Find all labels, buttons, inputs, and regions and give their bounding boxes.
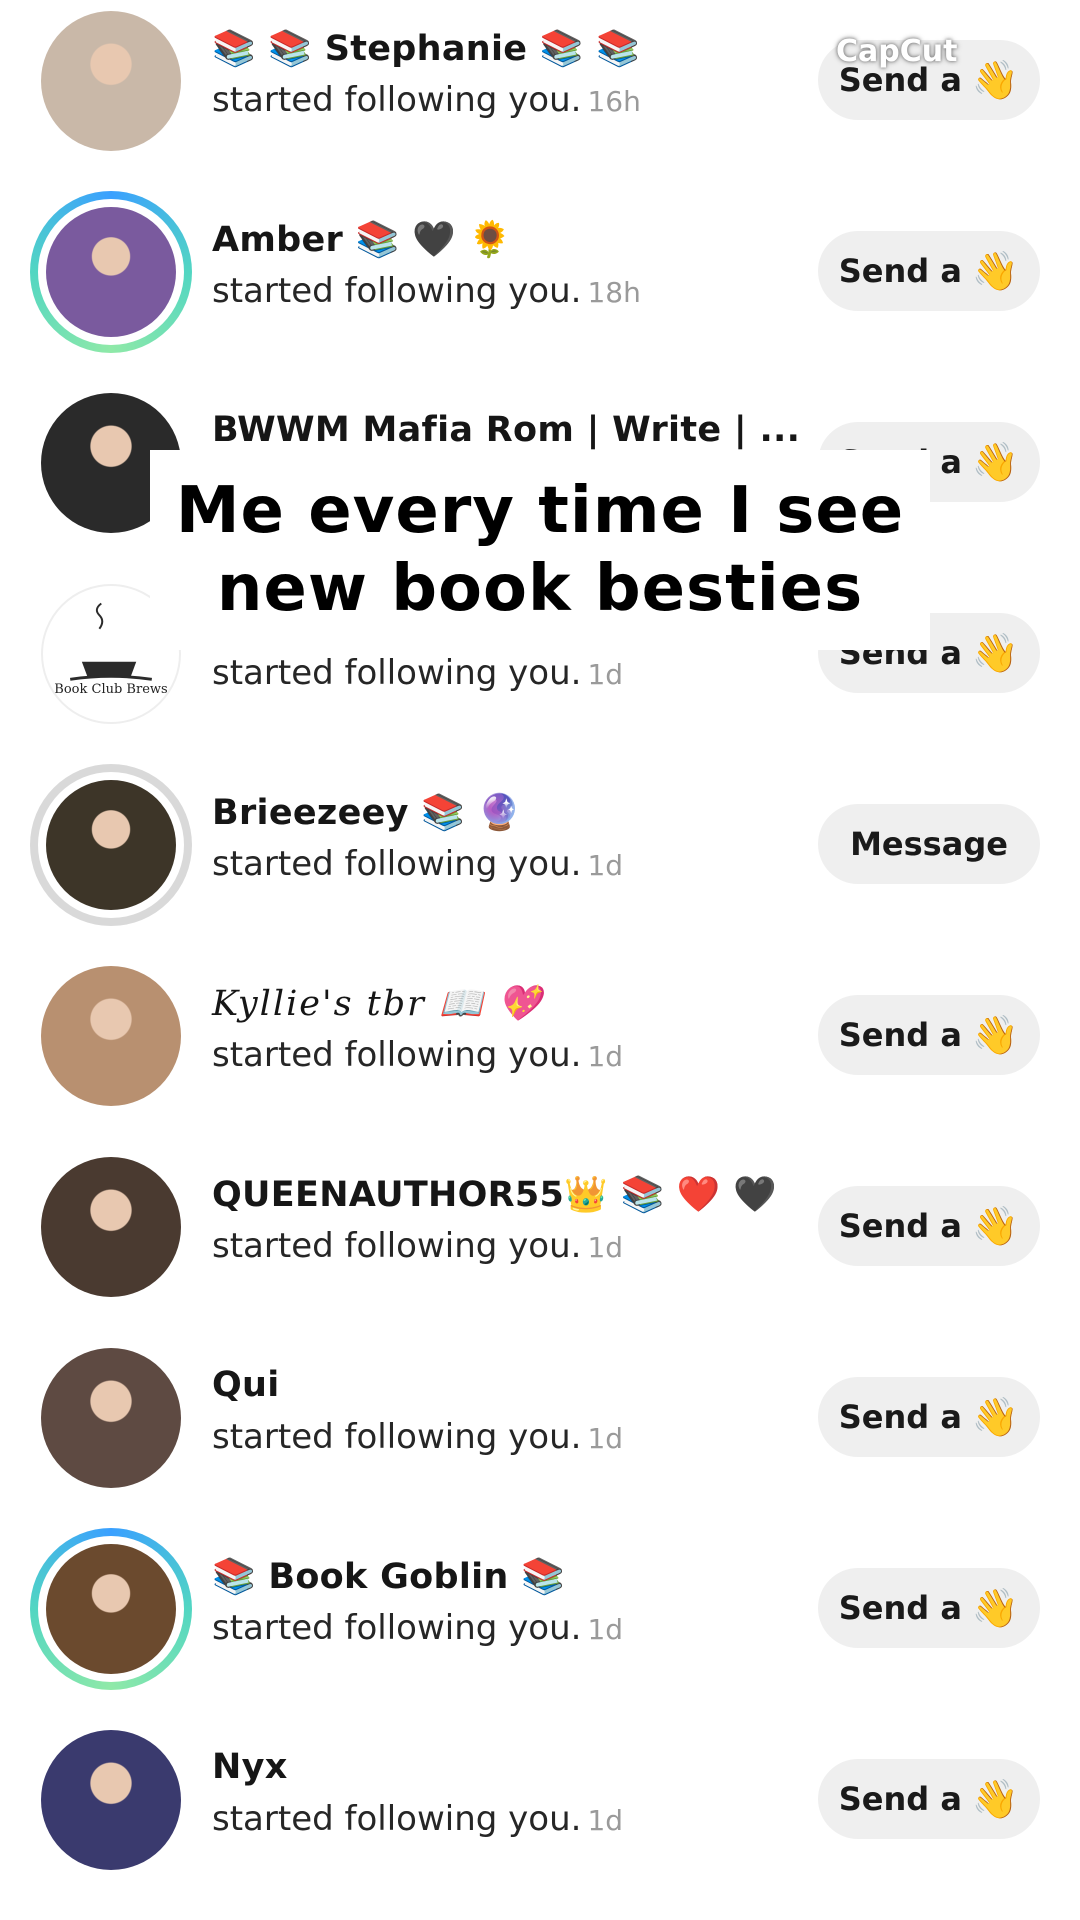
avatar-image	[41, 1157, 181, 1297]
activity-label: started following you.	[212, 271, 582, 311]
waving-hand-icon: 👋	[971, 248, 1020, 293]
send-wave-button[interactable]: Send a👋	[818, 1759, 1040, 1839]
waving-hand-icon: 👋	[971, 1012, 1020, 1057]
activity-label: started following you.	[212, 653, 582, 693]
follower-name[interactable]: Nyx	[212, 1747, 288, 1787]
button-label: Send a	[838, 1016, 962, 1054]
activity-label: started following you.	[212, 844, 582, 884]
button-label: Message	[850, 825, 1008, 863]
activity-time: 18h	[587, 276, 641, 309]
waving-hand-icon: 👋	[971, 630, 1020, 675]
avatar-image	[46, 207, 176, 337]
send-wave-button[interactable]: Send a👋	[818, 1377, 1040, 1457]
follower-name[interactable]: Brieezeey 📚 🔮	[212, 792, 522, 833]
follow-activity-text: started following you.1d	[212, 1417, 623, 1457]
avatar-ring-gap	[38, 1536, 184, 1682]
activity-time: 1d	[587, 1804, 624, 1837]
avatar-logo-text: Book Club Brews	[54, 682, 168, 697]
follower-name[interactable]: Qui	[212, 1365, 280, 1405]
message-button[interactable]: Message	[818, 804, 1040, 884]
follower-row[interactable]: Amber 📚 🖤 🌻 started following you. 18h Send…	[0, 191, 1080, 382]
activity-time: 1d	[587, 849, 624, 882]
activity-label: started following you.	[212, 1608, 582, 1648]
follower-row[interactable]: 📚 📚 Stephanie 📚 📚 started following you. 1…	[0, 0, 1080, 191]
avatar-ring-gap	[38, 772, 184, 918]
waving-hand-icon: 👋	[971, 57, 1020, 102]
activity-label: started following you.	[212, 1799, 582, 1839]
follow-activity-text: started following you.1d	[212, 1035, 623, 1075]
send-wave-button[interactable]: Send a👋	[818, 995, 1040, 1075]
follow-activity-text: started following you.1d	[212, 1799, 623, 1839]
video-caption: Me every time I see new book besties	[150, 450, 930, 650]
follow-activity-text: started following you.1d	[212, 653, 623, 693]
follower-name[interactable]: BWWM Mafia Rom | Write | ...	[212, 410, 800, 450]
button-label: Send a	[838, 1398, 962, 1436]
follower-name[interactable]: 📚 📚 Stephanie 📚 📚	[212, 28, 640, 69]
avatar[interactable]	[30, 1719, 192, 1881]
follower-name[interactable]: Kyllie's tbr 📖 💖	[212, 983, 543, 1024]
button-label: Send a	[838, 1589, 962, 1627]
activity-time: 1d	[587, 1231, 624, 1264]
avatar-image	[41, 966, 181, 1106]
caption-line-2: new book besties	[216, 552, 864, 626]
activity-time: 1d	[587, 1613, 624, 1646]
send-wave-button[interactable]: Send a👋	[818, 1186, 1040, 1266]
button-label: Send a	[838, 1780, 962, 1818]
activity-label: started following you.	[212, 1417, 582, 1457]
follower-name[interactable]: QUEENAUTHOR55👑 📚 ❤️ 🖤	[212, 1174, 777, 1215]
follower-row[interactable]: QUEENAUTHOR55👑 📚 ❤️ 🖤 started following y…	[0, 1146, 1080, 1337]
waving-hand-icon: 👋	[971, 1203, 1020, 1248]
follow-activity-text: started following you. 16h	[212, 80, 641, 120]
avatar[interactable]	[30, 764, 192, 926]
follower-row[interactable]: Qui started following you. 1d Send a 👋	[0, 1337, 1080, 1528]
avatar[interactable]	[30, 1528, 192, 1690]
avatar[interactable]	[30, 191, 192, 353]
follower-row[interactable]: Brieezeey 📚 🔮 started following you. 1d Mes…	[0, 764, 1080, 955]
follower-name[interactable]: 📚 Book Goblin 📚	[212, 1556, 565, 1597]
follow-activity-text: started following you. 18h	[212, 271, 641, 311]
follow-activity-text: started following you.1d	[212, 1226, 623, 1266]
avatar[interactable]	[30, 1337, 192, 1499]
follower-row[interactable]: 📚 Book Goblin 📚 started following you. 1d S…	[0, 1528, 1080, 1719]
follower-name[interactable]: Amber 📚 🖤 🌻	[212, 219, 512, 260]
activity-label: started following you.	[212, 80, 582, 120]
follower-row[interactable]: Kyllie's tbr 📖 💖 started following you. 1d…	[0, 955, 1080, 1146]
caption-line-1: Me every time I see	[175, 474, 905, 548]
avatar-image	[46, 780, 176, 910]
waving-hand-icon: 👋	[971, 1394, 1020, 1439]
button-label: Send a	[838, 252, 962, 290]
avatar-image	[46, 1544, 176, 1674]
waving-hand-icon: 👋	[971, 1585, 1020, 1630]
follow-activity-text: started following you.1d	[212, 1608, 623, 1648]
activity-label: started following you.	[212, 1226, 582, 1266]
activity-time: 1d	[587, 658, 624, 691]
waving-hand-icon: 👋	[971, 1776, 1020, 1821]
send-wave-button[interactable]: Send a👋	[818, 1568, 1040, 1648]
avatar-image	[41, 1348, 181, 1488]
activity-time: 1d	[587, 1422, 624, 1455]
activity-label: started following you.	[212, 1035, 582, 1075]
follower-row[interactable]: Nyx started following you. 1d Send a 👋	[0, 1719, 1080, 1910]
activity-time: 1d	[587, 1040, 624, 1073]
avatar-image	[41, 1730, 181, 1870]
send-wave-button[interactable]: Send a👋	[818, 231, 1040, 311]
avatar[interactable]	[30, 1146, 192, 1308]
avatar-ring-gap	[38, 199, 184, 345]
avatar-image	[41, 11, 181, 151]
waving-hand-icon: 👋	[971, 439, 1020, 484]
activity-time: 16h	[587, 85, 641, 118]
follow-activity-text: started following you.1d	[212, 844, 623, 884]
avatar[interactable]	[30, 955, 192, 1117]
avatar[interactable]	[30, 0, 192, 162]
capcut-watermark: CapCut	[836, 34, 958, 69]
button-label: Send a	[838, 1207, 962, 1245]
